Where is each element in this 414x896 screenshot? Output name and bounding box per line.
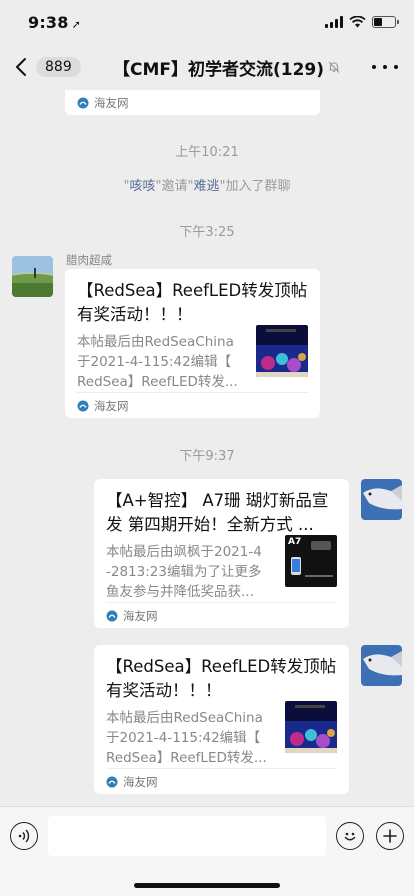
voice-icon [18, 829, 30, 843]
card-description: 本帖最后由RedSeaChina [106, 710, 263, 726]
link-card[interactable]: 【RedSea】ReefLED转发顶帖 有奖活动！！！ 本帖最后由RedSeaC… [94, 645, 349, 794]
haiyouwang-logo-icon [77, 97, 89, 108]
message-input[interactable] [48, 816, 326, 856]
card-footer: 海友网 [106, 768, 337, 794]
inviter-link[interactable]: 咳咳 [130, 179, 156, 194]
card-source: 海友网 [94, 398, 129, 413]
emoji-icon [344, 832, 356, 841]
link-card[interactable]: 【RedSea】ReefLED转发顶帖 有奖活动！！！ 本帖最后由RedSeaC… [65, 269, 320, 418]
chat-title-text: 【CMF】初学者交流(129) [112, 59, 325, 80]
link-card-partial[interactable]: 海友网 [65, 90, 320, 115]
more-dots-icon[interactable] [372, 56, 398, 78]
status-icons [325, 16, 399, 28]
clock: 9:38 [28, 12, 69, 32]
plus-button[interactable] [376, 822, 404, 850]
voice-button[interactable] [10, 822, 38, 850]
card-description: RedSea】ReefLED转发... [106, 750, 267, 766]
invitee-link[interactable]: 难逃 [193, 179, 219, 194]
card-thumbnail-aquarium [256, 325, 308, 377]
chevron-left-icon [16, 58, 26, 76]
card-description: 于2021-4-115:42编辑【 [106, 730, 261, 746]
haiyouwang-logo-icon [106, 610, 118, 621]
battery-icon [372, 16, 399, 28]
location-arrow-icon: ➚ [71, 17, 82, 31]
avatar[interactable] [12, 256, 53, 297]
home-indicator [134, 883, 280, 888]
sender-name: 腊肉超咸 [66, 253, 112, 267]
chat-title: 【CMF】初学者交流(129) [100, 44, 354, 90]
cellular-signal-icon [325, 16, 343, 28]
plus-icon [383, 829, 397, 843]
card-description: RedSea】ReefLED转发... [77, 374, 238, 390]
card-description: -2813:23编辑为了让更多 [106, 564, 262, 580]
emoji-button[interactable] [336, 822, 364, 850]
input-bar [0, 806, 414, 896]
card-title: 有奖活动！！！ [106, 681, 222, 700]
bell-slash-icon [328, 61, 340, 73]
card-title: 有奖活动！！！ [77, 305, 193, 324]
card-title: 【RedSea】ReefLED转发顶帖 [77, 281, 308, 300]
wifi-icon [349, 16, 366, 28]
timestamp: 上午10:21 [175, 145, 239, 160]
card-footer: 海友网 [77, 392, 308, 418]
self-avatar[interactable] [361, 479, 402, 520]
status-bar: 9:38 ➚ [0, 0, 414, 44]
card-source: 海友网 [123, 608, 158, 623]
status-time: 9:38 ➚ [28, 13, 81, 32]
card-source: 海友网 [123, 774, 158, 789]
card-description: 于2021-4-115:42编辑【 [77, 354, 232, 370]
card-source: 海友网 [94, 95, 129, 110]
card-title: 发 第四期开始！全新方式 ... [106, 515, 314, 534]
timestamp: 下午9:37 [179, 449, 235, 464]
system-message: "咳咳"邀请"难逃"加入了群聊 [123, 179, 291, 194]
card-footer: 海友网 [77, 90, 308, 115]
link-card[interactable]: 【A+智控】 A7珊 瑚灯新品宣 发 第四期开始！全新方式 ... 本帖最后由飒… [94, 479, 349, 628]
card-description: 本帖最后由RedSeaChina [77, 334, 234, 350]
self-avatar[interactable] [361, 645, 402, 686]
card-footer: 海友网 [106, 602, 337, 628]
card-title: 【RedSea】ReefLED转发顶帖 [106, 657, 337, 676]
nav-bar: 889 【CMF】初学者交流(129) [0, 44, 414, 90]
back-button[interactable]: 889 [12, 56, 81, 78]
haiyouwang-logo-icon [77, 400, 89, 411]
haiyouwang-logo-icon [106, 776, 118, 787]
card-description: 鱼友参与并降低奖品获... [106, 584, 254, 600]
card-thumbnail-aquarium [285, 701, 337, 753]
card-title: 【A+智控】 A7珊 瑚灯新品宣 [106, 491, 329, 510]
card-description: 本帖最后由飒枫于2021-4 [106, 544, 262, 560]
chat-area[interactable]: 海友网 上午10:21 "咳咳"邀请"难逃"加入了群聊 下午3:25 腊肉超咸 … [0, 90, 414, 806]
unread-count-badge: 889 [36, 57, 81, 77]
timestamp: 下午3:25 [179, 225, 235, 240]
card-thumbnail-a7: A7 [285, 535, 337, 587]
